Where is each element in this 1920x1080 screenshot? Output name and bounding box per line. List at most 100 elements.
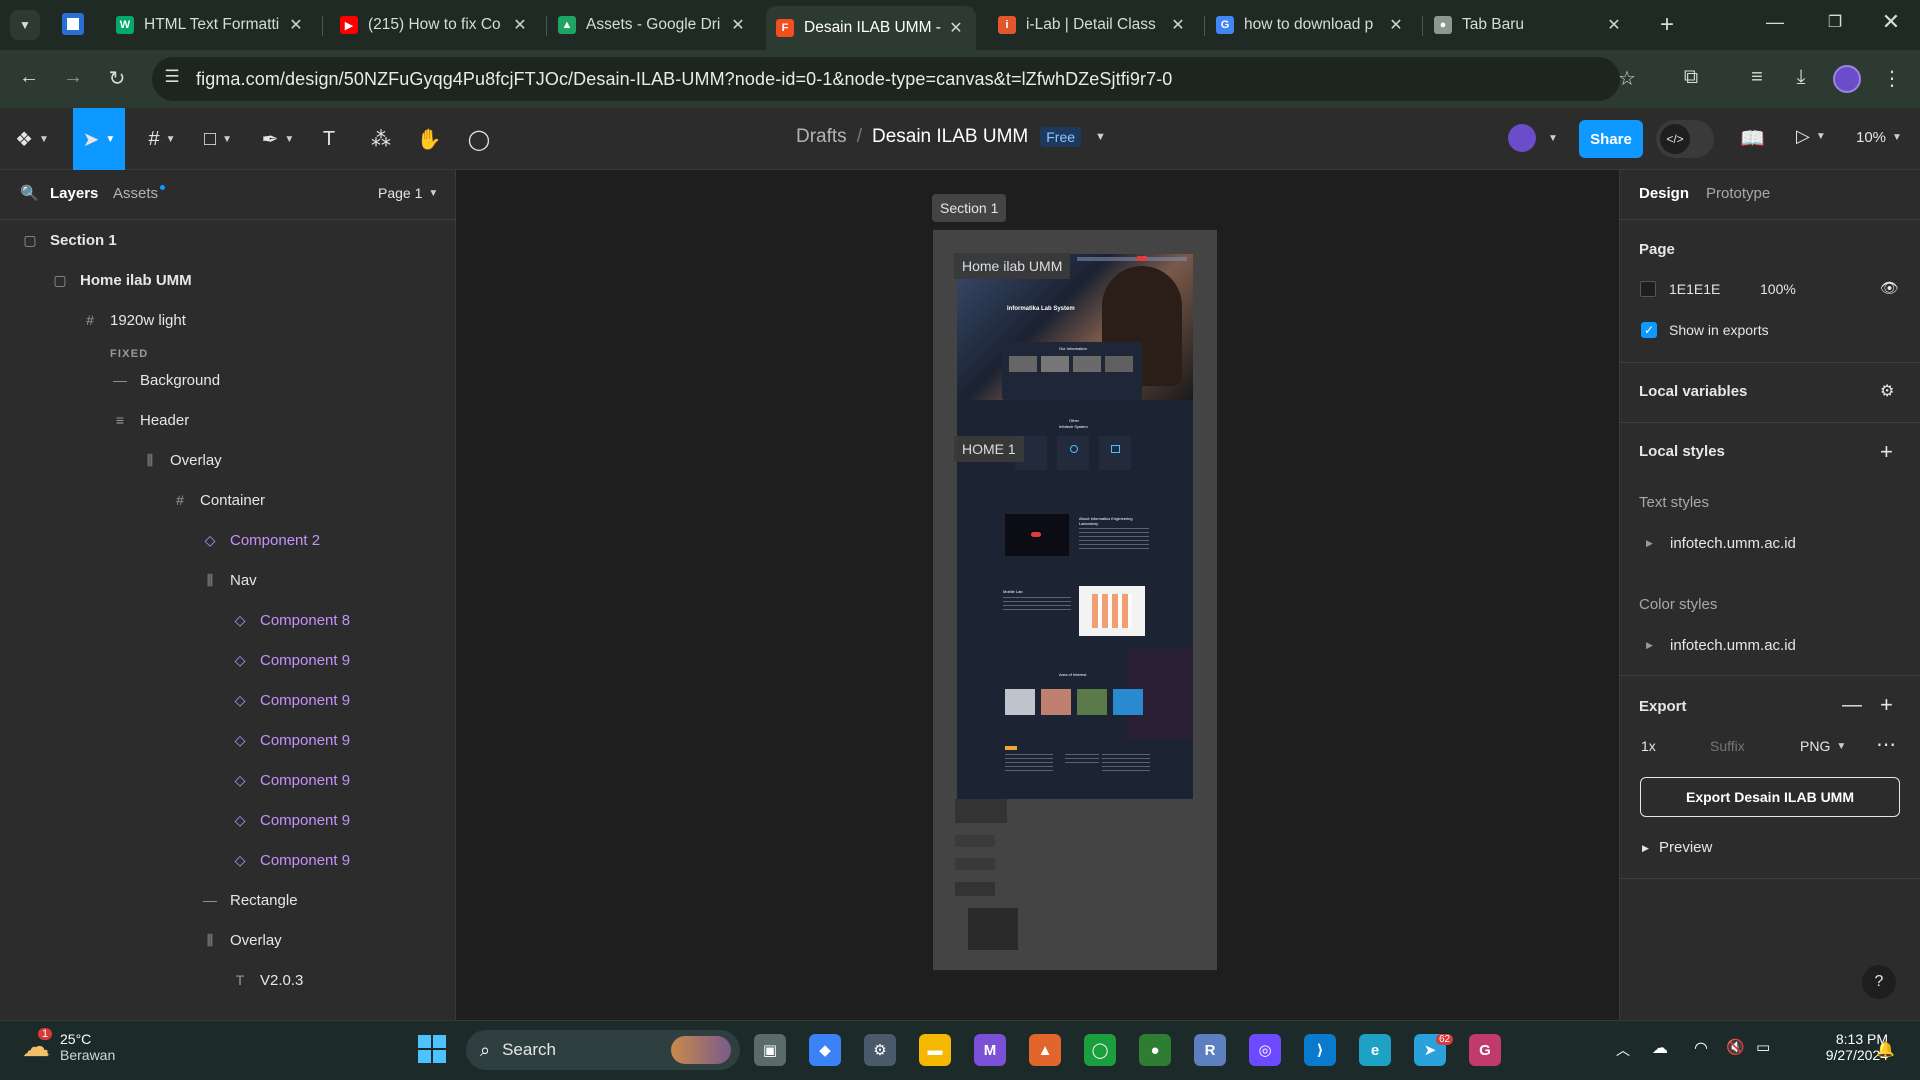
layer-row[interactable]: ▢ Section 1: [0, 220, 456, 260]
site-info-icon[interactable]: ☰: [160, 67, 184, 87]
export-suffix-input[interactable]: [1700, 731, 1790, 761]
extensions-icon[interactable]: ⧉: [1676, 66, 1706, 89]
layer-row[interactable]: — Background: [0, 360, 456, 400]
close-tab-icon[interactable]: ✕: [510, 15, 530, 35]
new-tab-button[interactable]: +: [1652, 8, 1682, 42]
comment-tool-button[interactable]: ◯: [464, 108, 494, 170]
close-tab-icon[interactable]: ✕: [286, 15, 306, 35]
layer-row[interactable]: ◇ Component 2: [0, 520, 456, 560]
hand-tool-button[interactable]: ✋: [414, 108, 444, 170]
layer-row[interactable]: ◇ Component 9: [0, 760, 456, 800]
clock[interactable]: 8:13 PM 9/27/2024: [1796, 1031, 1888, 1063]
browser-tab[interactable]: i i-Lab | Detail Class ✕: [988, 8, 1198, 42]
layer-row[interactable]: ◇ Component 9: [0, 720, 456, 760]
close-tab-icon[interactable]: ✕: [1386, 15, 1406, 35]
r-lang-icon[interactable]: R: [1194, 1034, 1226, 1066]
chevron-down-icon[interactable]: ▼: [1095, 131, 1106, 143]
browser-tab[interactable]: Ghow to download p ✕: [1206, 8, 1416, 42]
layer-row[interactable]: ◇ Component 9: [0, 800, 456, 840]
text-style-item[interactable]: infotech.umm.ac.id: [1670, 535, 1796, 552]
share-button[interactable]: Share: [1579, 120, 1643, 158]
taskbar-search[interactable]: ⌕ Search: [466, 1030, 740, 1070]
copilot-icon[interactable]: ◆: [809, 1034, 841, 1066]
present-button[interactable]: ▷ ▼: [1796, 126, 1826, 147]
local-variables-heading[interactable]: Local variables: [1639, 383, 1747, 400]
shape-tool-button[interactable]: □ ▼: [196, 108, 240, 170]
layer-row[interactable]: ◇ Component 8: [0, 600, 456, 640]
pinned-tab[interactable]: [62, 13, 84, 35]
settings-icon[interactable]: ⚙: [864, 1034, 896, 1066]
tab-search-button[interactable]: ▼: [10, 10, 40, 40]
forward-button[interactable]: →: [58, 66, 88, 89]
show-in-exports-checkbox[interactable]: ✓: [1641, 322, 1657, 338]
page-select[interactable]: Page 1 ▼: [378, 185, 438, 201]
close-tab-icon[interactable]: ✕: [1604, 15, 1624, 35]
download-icon[interactable]: ⤓: [1786, 66, 1816, 89]
resources-tool-button[interactable]: ⁂: [366, 108, 396, 170]
main-menu-button[interactable]: ❖ ▼: [10, 108, 54, 170]
page-color-hex[interactable]: 1E1E1E: [1669, 281, 1720, 297]
edge-icon[interactable]: e: [1359, 1034, 1391, 1066]
tab-assets[interactable]: Assets: [113, 185, 158, 202]
layer-row[interactable]: ◇ Component 9: [0, 680, 456, 720]
profile-avatar[interactable]: [1833, 65, 1861, 93]
close-window-button[interactable]: ✕: [1876, 9, 1906, 35]
breadcrumb-drafts[interactable]: Drafts: [796, 126, 847, 148]
export-scale[interactable]: 1x: [1641, 738, 1656, 754]
url-text[interactable]: figma.com/design/50NZFuGyqg4Pu8fcjFTJOc/…: [196, 69, 1172, 90]
media-control-icon[interactable]: ≡: [1742, 66, 1772, 89]
layer-row[interactable]: ◇ Component 9: [0, 640, 456, 680]
add-export-button[interactable]: +: [1880, 692, 1893, 718]
export-more-button[interactable]: ⋯: [1876, 732, 1896, 757]
dev-mode-toggle[interactable]: </>: [1656, 120, 1714, 158]
preview-toggle[interactable]: Preview: [1659, 839, 1712, 856]
tab-design[interactable]: Design: [1639, 185, 1689, 202]
browser-tab[interactable]: ▶ (215) How to fix Co ✕: [330, 8, 540, 42]
component-swatch[interactable]: [955, 882, 995, 896]
browser-tab[interactable]: ▲ Assets - Google Dri ✕: [548, 8, 758, 42]
chrome-icon[interactable]: ●: [1139, 1034, 1171, 1066]
layer-row[interactable]: ⫼ Nav: [0, 560, 456, 600]
chevron-down-icon[interactable]: ▼: [1548, 133, 1558, 144]
section-label[interactable]: Section 1: [932, 194, 1007, 222]
library-button[interactable]: 📖: [1740, 126, 1765, 151]
layer-row[interactable]: ⫼ Overlay: [0, 920, 456, 960]
task-view-icon[interactable]: ▣: [754, 1034, 786, 1066]
browser-tab[interactable]: F Desain ILAB UMM - ✕: [766, 6, 976, 50]
frame-label[interactable]: Home ilab UMM: [954, 253, 1071, 279]
browser-menu-icon[interactable]: ⋮: [1878, 66, 1906, 91]
color-style-item[interactable]: infotech.umm.ac.id: [1670, 637, 1796, 654]
component-swatch[interactable]: [955, 858, 995, 870]
tray-overflow-icon[interactable]: ︿: [1616, 1040, 1630, 1060]
vscode-icon[interactable]: ⟩: [1304, 1034, 1336, 1066]
layer-row[interactable]: — Rectangle: [0, 880, 456, 920]
chevron-right-icon[interactable]: ▶: [1646, 538, 1653, 549]
visual-studio-icon[interactable]: M: [974, 1034, 1006, 1066]
pen-tool-button[interactable]: ✒ ▼: [256, 108, 300, 170]
reload-button[interactable]: ↻: [102, 66, 132, 91]
frame-tool-button[interactable]: # ▼: [140, 108, 184, 170]
layer-row[interactable]: T V2.0.3: [0, 960, 456, 1000]
export-button[interactable]: Export Desain ILAB UMM: [1640, 777, 1900, 817]
close-tab-icon[interactable]: ✕: [1168, 15, 1188, 35]
browser-tab[interactable]: ● Tab Baru ✕: [1424, 8, 1634, 42]
start-button[interactable]: [418, 1035, 448, 1065]
remove-export-button[interactable]: —: [1842, 694, 1862, 717]
search-layers-icon[interactable]: 🔍: [20, 184, 39, 202]
matlab-icon[interactable]: ▲: [1029, 1034, 1061, 1066]
frame2-label[interactable]: HOME 1: [954, 436, 1024, 462]
close-tab-icon[interactable]: ✕: [728, 15, 748, 35]
help-button[interactable]: ?: [1862, 965, 1896, 999]
tab-prototype[interactable]: Prototype: [1706, 185, 1770, 202]
text-tool-button[interactable]: T: [314, 108, 344, 170]
back-button[interactable]: ←: [14, 66, 44, 89]
add-style-button[interactable]: +: [1880, 439, 1893, 465]
file-explorer-icon[interactable]: ▬: [919, 1034, 951, 1066]
restore-button[interactable]: ❐: [1820, 12, 1850, 32]
component-swatch[interactable]: [955, 799, 1007, 823]
export-format-select[interactable]: PNG ▼: [1800, 738, 1846, 754]
tab-layers[interactable]: Layers: [50, 185, 98, 202]
circle-app-icon[interactable]: ◯: [1084, 1034, 1116, 1066]
eye-icon[interactable]: 👁: [1880, 279, 1899, 297]
weather-widget[interactable]: ☁ 1 25°C Berawan: [22, 1028, 115, 1063]
